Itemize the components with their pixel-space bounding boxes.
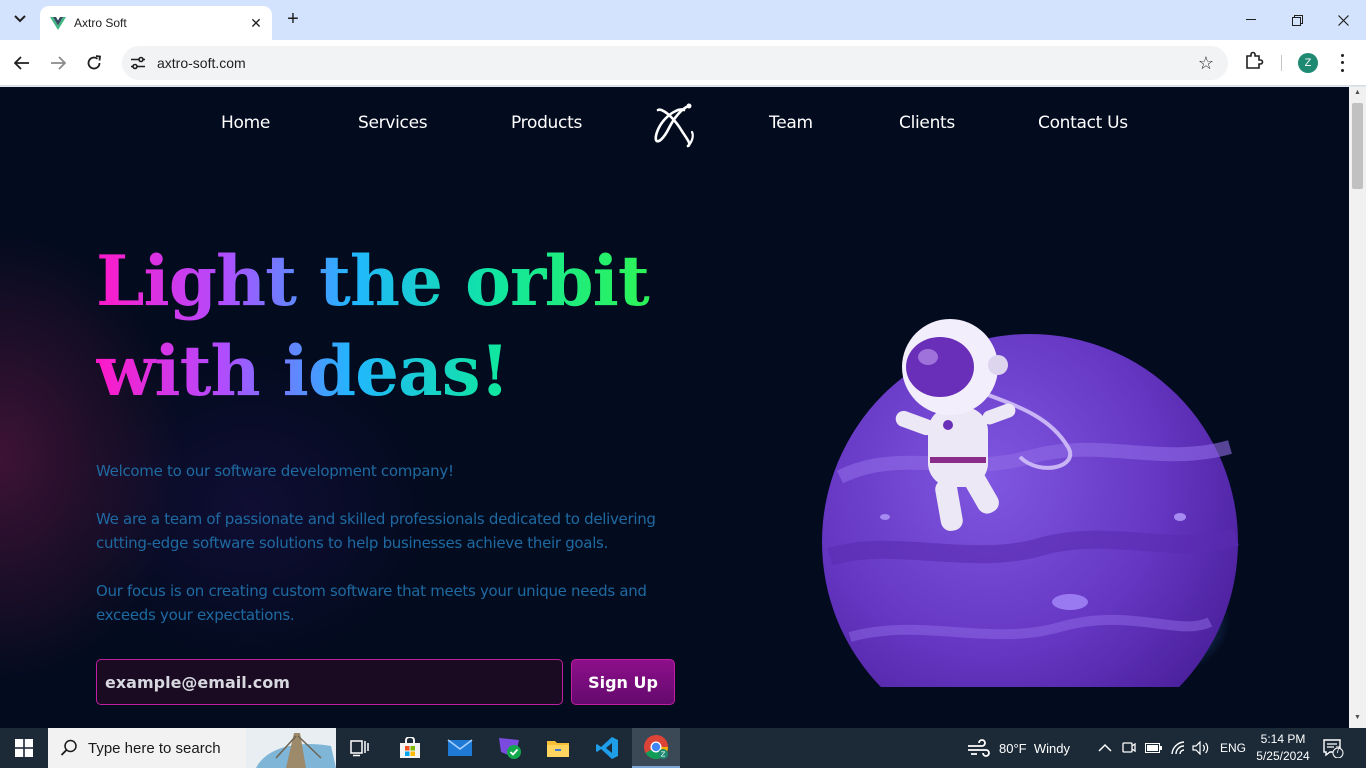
search-placeholder: Type here to search xyxy=(88,739,221,757)
notifications-button[interactable]: 7 xyxy=(1322,738,1344,759)
clock-date: 5/25/2024 xyxy=(1256,749,1310,763)
taskbar-store[interactable] xyxy=(386,728,434,768)
nav-team[interactable]: Team xyxy=(769,113,813,133)
windows-logo-icon xyxy=(15,739,33,757)
address-bar[interactable]: axtro-soft.com ☆ xyxy=(122,46,1228,80)
notification-count: 7 xyxy=(1335,745,1341,755)
site-settings-icon[interactable] xyxy=(128,53,148,73)
new-tab-icon[interactable]: + xyxy=(282,8,304,30)
taskbar-vscode[interactable] xyxy=(583,728,631,768)
hero-title-line-1: Light the orbit xyxy=(96,241,649,322)
hero-title-line-2: with ideas! xyxy=(96,331,509,412)
taskbar-mail[interactable] xyxy=(436,728,484,768)
meet-now-icon[interactable] xyxy=(1122,728,1136,768)
taskbar-search[interactable]: Type here to search xyxy=(48,728,336,768)
astronaut-planet-illustration xyxy=(822,319,1240,687)
nav-contact-us[interactable]: Contact Us xyxy=(1038,113,1128,133)
active-tab[interactable]: Axtro Soft ✕ xyxy=(40,6,272,40)
app-icon xyxy=(499,738,521,759)
intro-paragraph-team: We are a team of passionate and skilled … xyxy=(96,510,656,552)
forward-icon[interactable] xyxy=(45,50,71,76)
extensions-icon[interactable] xyxy=(1243,50,1265,72)
browser-menu-icon[interactable] xyxy=(1338,52,1346,74)
task-view-button[interactable] xyxy=(336,728,384,768)
tab-strip: Axtro Soft ✕ + xyxy=(0,0,1366,40)
page-viewport: Home Services Products Team Clients Cont… xyxy=(0,87,1349,728)
scroll-down-arrow-icon[interactable]: ▼ xyxy=(1349,714,1366,726)
profile-avatar[interactable]: Z xyxy=(1298,53,1318,73)
intro-paragraph-focus: Our focus is on creating custom software… xyxy=(96,582,647,624)
page-scrollbar[interactable]: ▲ ▼ xyxy=(1349,87,1366,728)
show-hidden-icons-icon[interactable] xyxy=(1098,728,1112,768)
start-button[interactable] xyxy=(0,728,48,768)
volume-icon[interactable] xyxy=(1192,728,1210,768)
taskbar-file-explorer[interactable] xyxy=(534,728,582,768)
nav-home[interactable]: Home xyxy=(221,113,270,133)
email-field[interactable] xyxy=(96,659,563,705)
language-indicator[interactable]: ENG xyxy=(1220,728,1246,768)
search-highlight-image-icon xyxy=(246,728,336,768)
vue-favicon-icon xyxy=(50,17,66,30)
bookmark-star-icon[interactable]: ☆ xyxy=(1196,53,1216,73)
toolbar-separator xyxy=(1281,55,1282,71)
weather-widget[interactable]: 80°F Windy xyxy=(966,728,1070,768)
tab-title: Axtro Soft xyxy=(74,16,127,30)
wifi-icon[interactable] xyxy=(1170,728,1186,768)
taskbar-app[interactable] xyxy=(486,728,534,768)
clock-time: 5:14 PM xyxy=(1260,732,1306,746)
intro-paragraph-welcome: Welcome to our software development comp… xyxy=(96,462,454,480)
scroll-up-arrow-icon[interactable]: ▲ xyxy=(1349,89,1366,101)
axtro-logo-icon[interactable] xyxy=(652,102,696,148)
nav-products[interactable]: Products xyxy=(511,113,582,133)
file-explorer-icon xyxy=(547,741,569,757)
nav-services[interactable]: Services xyxy=(358,113,428,133)
svg-text:Z: Z xyxy=(661,751,666,759)
chrome-icon: Z xyxy=(644,735,668,760)
url-text[interactable]: axtro-soft.com xyxy=(157,55,246,71)
battery-icon[interactable] xyxy=(1145,728,1163,768)
nav-clients[interactable]: Clients xyxy=(899,113,955,133)
sign-up-button[interactable]: Sign Up xyxy=(571,659,675,705)
weather-text: 80°F Windy xyxy=(999,740,1070,756)
search-icon xyxy=(60,739,77,756)
back-icon[interactable] xyxy=(9,50,35,76)
close-tab-icon[interactable]: ✕ xyxy=(246,13,266,33)
scroll-thumb[interactable] xyxy=(1352,103,1363,189)
taskbar-chrome[interactable]: Z xyxy=(632,728,680,768)
task-view-icon xyxy=(350,740,369,757)
store-icon xyxy=(400,737,420,758)
close-window-icon[interactable] xyxy=(1320,0,1366,40)
clock[interactable]: 5:14 PM 5/25/2024 xyxy=(1250,731,1316,765)
browser-toolbar: axtro-soft.com ☆ xyxy=(0,40,1366,86)
mail-icon xyxy=(447,739,473,756)
vscode-icon xyxy=(596,737,618,759)
reload-icon[interactable] xyxy=(81,50,107,76)
minimize-icon[interactable] xyxy=(1228,0,1274,40)
restore-icon[interactable] xyxy=(1274,0,1320,40)
hero-title: Light the orbit with ideas! xyxy=(96,237,736,417)
windows-taskbar: Type here to search Z 80°F Windy ENG 5:1… xyxy=(0,728,1366,768)
windy-weather-icon xyxy=(968,739,990,757)
tab-search-icon[interactable] xyxy=(8,7,32,31)
